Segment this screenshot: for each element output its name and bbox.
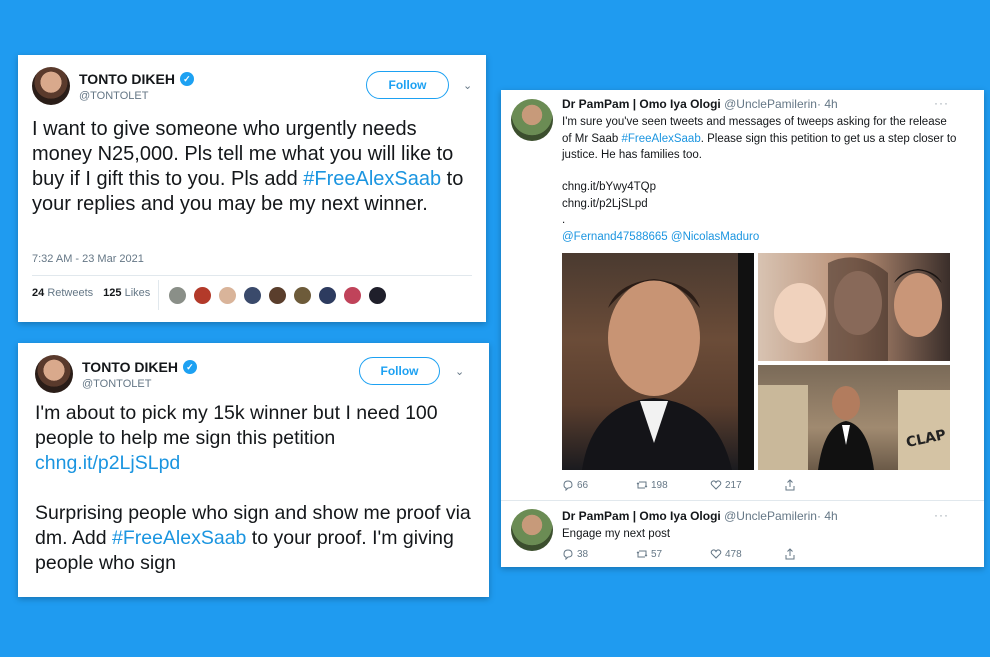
reply-button[interactable]: 66 [562, 479, 636, 491]
heart-icon [710, 549, 722, 559]
tweet-actions: 66 198 217 [562, 479, 858, 491]
hashtag-link[interactable]: #FreeAlexSaab [303, 168, 441, 190]
retweet-icon [636, 481, 648, 489]
family-illustration [774, 257, 942, 361]
link-1[interactable]: chng.it/bYwy4TQp [562, 179, 656, 196]
photo-warehouse[interactable]: CLAP [758, 365, 950, 470]
like-count: 217 [725, 479, 742, 491]
retweets-stat[interactable]: 24 Retweets [32, 287, 93, 299]
handle[interactable]: @UnclePamilerin [724, 509, 817, 523]
display-name[interactable]: TONTO DIKEH [82, 359, 178, 375]
retweets-label: Retweets [47, 287, 94, 299]
tweet-header: TONTO DIKEH ✓ @TONTOLET [32, 67, 194, 105]
reply-count: 66 [577, 479, 589, 491]
hashtag-link[interactable]: #FreeAlexSaab [112, 527, 246, 549]
more-options-icon[interactable]: ··· [934, 96, 949, 110]
separator-dot: . [562, 214, 566, 226]
engagement-stats: 24 Retweets 125 Likes [32, 287, 150, 299]
mention-link[interactable]: @Fernand47588665 [562, 231, 668, 243]
chevron-down-icon[interactable]: ⌄ [463, 79, 472, 92]
avatar[interactable] [318, 286, 337, 305]
retweets-count: 24 [32, 287, 45, 299]
divider [158, 280, 159, 310]
share-button[interactable] [784, 479, 858, 491]
tweet-time[interactable]: · 4h [817, 97, 838, 111]
hashtag-link[interactable]: #FreeAlexSaab [621, 133, 700, 145]
tweet-text: I'm sure you've seen tweets and messages… [562, 114, 957, 164]
handle[interactable]: @TONTOLET [79, 90, 194, 102]
avatar[interactable] [32, 67, 70, 105]
reply-icon [563, 549, 573, 560]
avatar[interactable] [218, 286, 237, 305]
verified-badge-icon: ✓ [182, 359, 197, 374]
avatar[interactable] [511, 99, 553, 141]
portrait-illustration [582, 253, 754, 470]
avatar[interactable] [168, 286, 187, 305]
avatar[interactable] [268, 286, 287, 305]
share-button[interactable] [784, 548, 858, 560]
avatar[interactable] [243, 286, 262, 305]
display-name[interactable]: Dr PamPam | Omo Iya Ologi [562, 509, 721, 523]
divider [32, 275, 472, 276]
avatar[interactable] [343, 286, 362, 305]
avatar[interactable] [35, 355, 73, 393]
tweet-header: TONTO DIKEH ✓ @TONTOLET [35, 355, 197, 393]
handle[interactable]: @TONTOLET [82, 378, 197, 390]
likes-stat[interactable]: 125 Likes [103, 287, 150, 299]
handle[interactable]: @UnclePamilerin [724, 97, 817, 111]
photo-portrait[interactable] [562, 253, 754, 470]
likes-label: Likes [124, 287, 151, 299]
tweet-text-part: I'm about to pick my 15k winner but I ne… [35, 402, 438, 449]
tweet-text: I'm about to pick my 15k winner but I ne… [35, 401, 475, 576]
likes-count: 125 [103, 287, 122, 299]
tweet-card-1: TONTO DIKEH ✓ @TONTOLET Follow ⌄ I want … [18, 55, 486, 322]
retweet-icon [636, 550, 648, 558]
tweet-text: Engage my next post [562, 528, 671, 540]
reply-icon [563, 480, 573, 491]
reply-button[interactable]: 38 [562, 548, 636, 560]
retweet-button[interactable]: 198 [636, 479, 710, 491]
like-count: 478 [725, 548, 742, 560]
avatar[interactable] [368, 286, 387, 305]
verified-badge-icon: ✓ [179, 71, 194, 86]
retweet-button[interactable]: 57 [636, 548, 710, 560]
tweet-time[interactable]: · 4h [817, 509, 838, 523]
mention-link[interactable]: @NicolasMaduro [671, 231, 759, 243]
share-icon [785, 479, 795, 491]
tweet-header: Dr PamPam | Omo Iya Ologi @UnclePamileri… [562, 509, 838, 523]
divider [501, 500, 984, 501]
timestamp[interactable]: 7:32 AM - 23 Mar 2021 [32, 253, 144, 265]
retweet-count: 198 [651, 479, 668, 491]
like-button[interactable]: 217 [710, 479, 784, 491]
more-options-icon[interactable]: ··· [934, 508, 949, 522]
liker-avatars [168, 286, 393, 305]
reply-count: 38 [577, 548, 589, 560]
follow-button[interactable]: Follow [366, 71, 449, 99]
retweet-count: 57 [651, 548, 663, 560]
warehouse-illustration [758, 385, 950, 470]
photo-family[interactable] [758, 253, 950, 361]
tweet-actions: 38 57 478 [562, 548, 858, 560]
share-icon [785, 548, 795, 560]
tweet-card-2: TONTO DIKEH ✓ @TONTOLET Follow ⌄ I'm abo… [18, 343, 489, 597]
link-2[interactable]: chng.it/p2LjSLpd [562, 196, 648, 213]
avatar[interactable] [293, 286, 312, 305]
like-button[interactable]: 478 [710, 548, 784, 560]
avatar[interactable] [193, 286, 212, 305]
avatar[interactable] [511, 509, 553, 551]
tweet-header: Dr PamPam | Omo Iya Ologi @UnclePamileri… [562, 97, 838, 111]
tweet-text: I want to give someone who urgently need… [32, 117, 477, 217]
follow-button[interactable]: Follow [359, 357, 440, 385]
petition-link[interactable]: chng.it/p2LjSLpd [35, 452, 180, 474]
mentions: @Fernand47588665 @NicolasMaduro [562, 229, 759, 246]
display-name[interactable]: TONTO DIKEH [79, 71, 175, 87]
tweet-thread-card: Dr PamPam | Omo Iya Ologi @UnclePamileri… [501, 90, 984, 567]
display-name[interactable]: Dr PamPam | Omo Iya Ologi [562, 97, 721, 111]
chevron-down-icon[interactable]: ⌄ [455, 365, 464, 378]
heart-icon [710, 480, 722, 490]
